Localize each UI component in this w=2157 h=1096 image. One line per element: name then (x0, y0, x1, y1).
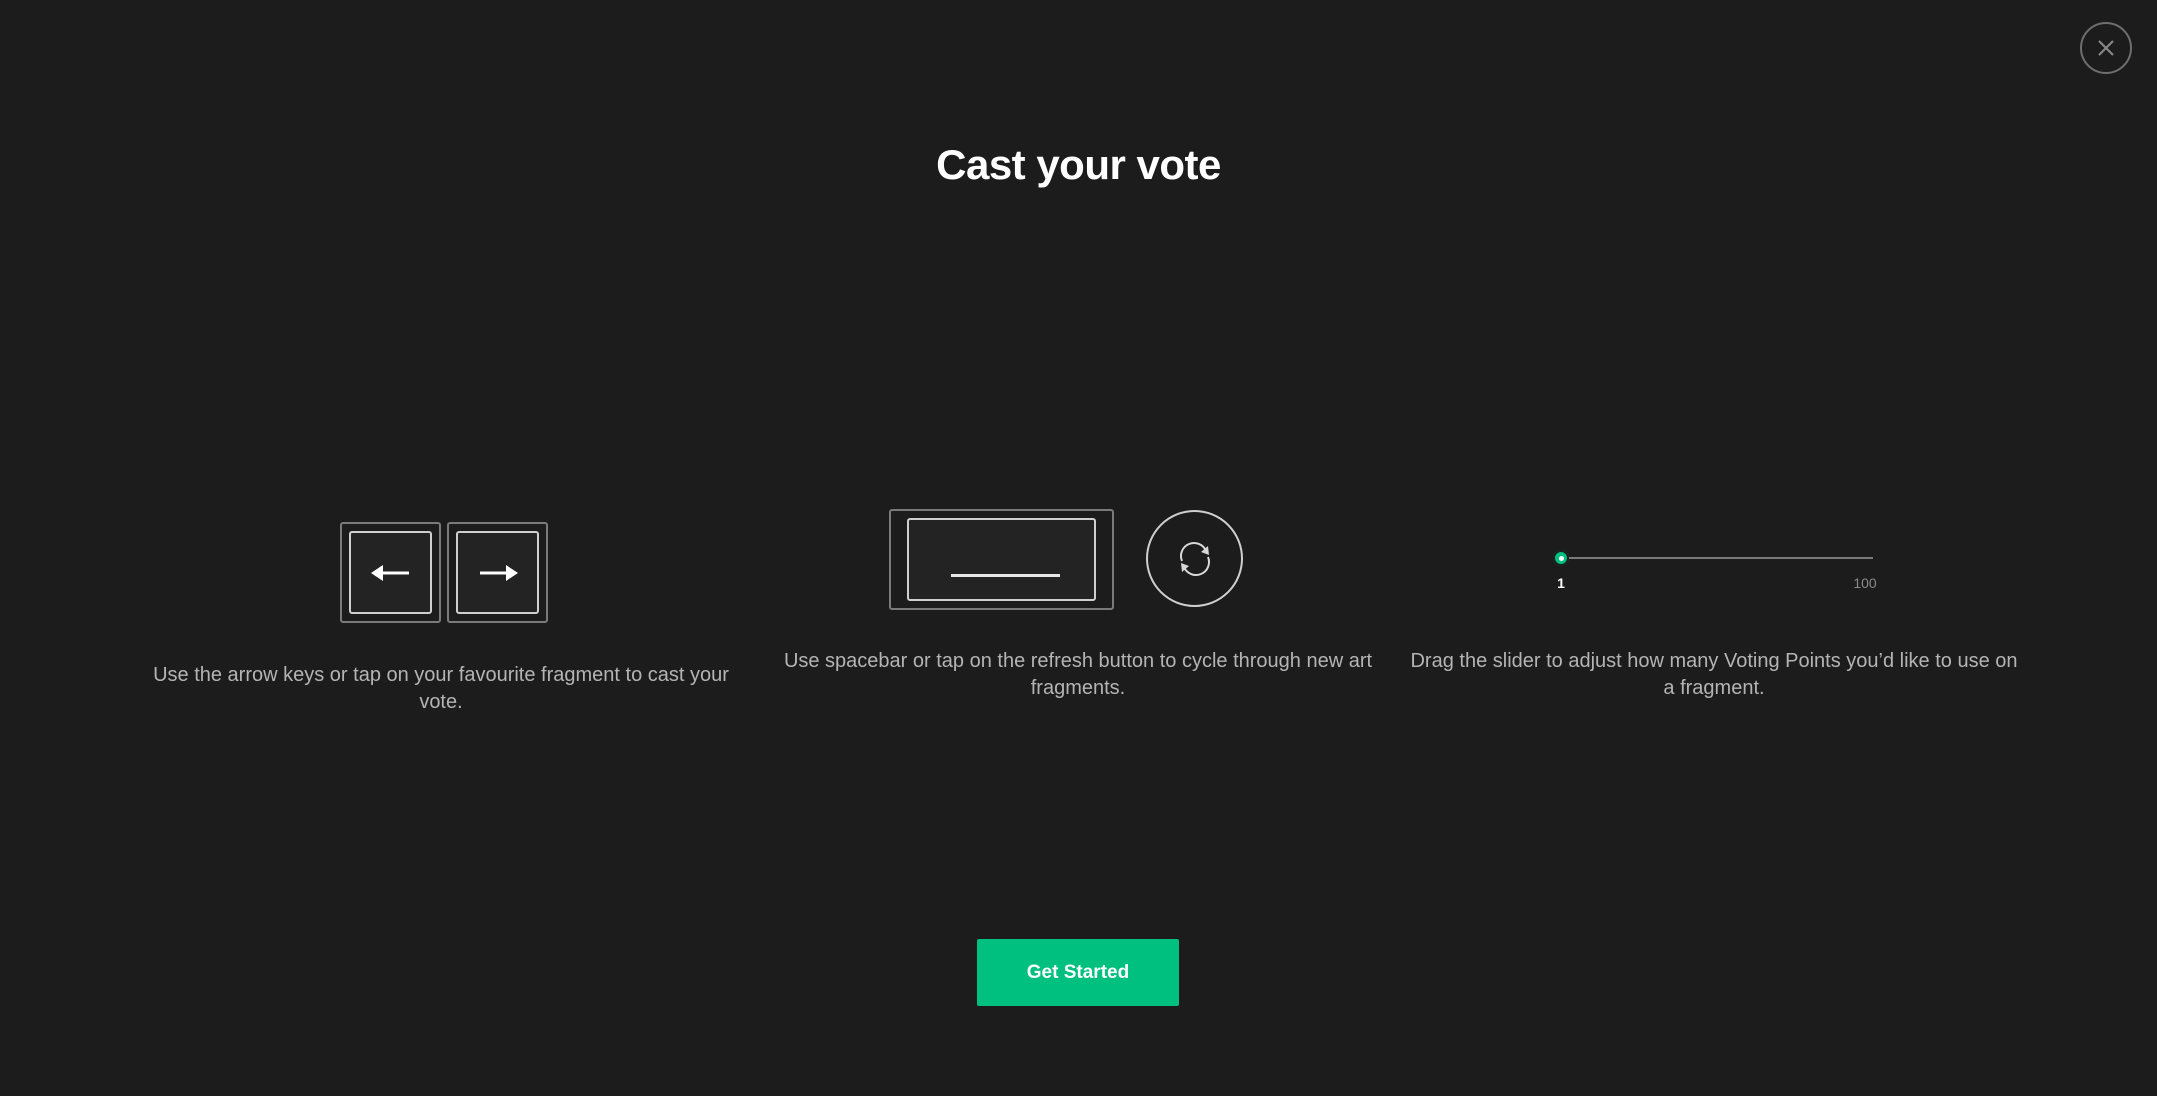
instruction-arrow-keys: Use the arrow keys or tap on your favour… (153, 664, 729, 713)
slider-min-label: 1 (1557, 575, 1565, 591)
slider-max-label: 100 (1853, 575, 1877, 591)
refresh-button[interactable] (1146, 510, 1243, 607)
arrow-right-keycap (456, 531, 539, 614)
spacebar-keycap (907, 518, 1096, 601)
spacebar-key[interactable] (889, 509, 1114, 610)
slider-track (1561, 557, 1873, 559)
close-button[interactable] (2080, 22, 2132, 74)
arrow-left-icon (370, 564, 409, 581)
vote-tutorial-dialog: Cast your vote Use the arrow keys or tap… (0, 0, 2157, 1096)
spacebar-key-icon (951, 574, 1060, 577)
arrow-right-icon (479, 564, 518, 581)
get-started-button[interactable]: Get Started (977, 939, 1179, 1006)
instruction-slider: Drag the slider to adjust how many Votin… (1410, 650, 2018, 699)
voting-points-slider[interactable] (1553, 548, 1873, 570)
arrow-right-key[interactable] (447, 522, 548, 623)
arrow-left-key[interactable] (340, 522, 441, 623)
instruction-spacebar: Use spacebar or tap on the refresh butto… (783, 650, 1373, 699)
refresh-icon (1179, 541, 1210, 576)
arrow-left-keycap (349, 531, 432, 614)
slider-thumb[interactable] (1553, 550, 1569, 566)
dialog-title: Cast your vote (936, 141, 1221, 188)
close-icon (2098, 40, 2114, 56)
